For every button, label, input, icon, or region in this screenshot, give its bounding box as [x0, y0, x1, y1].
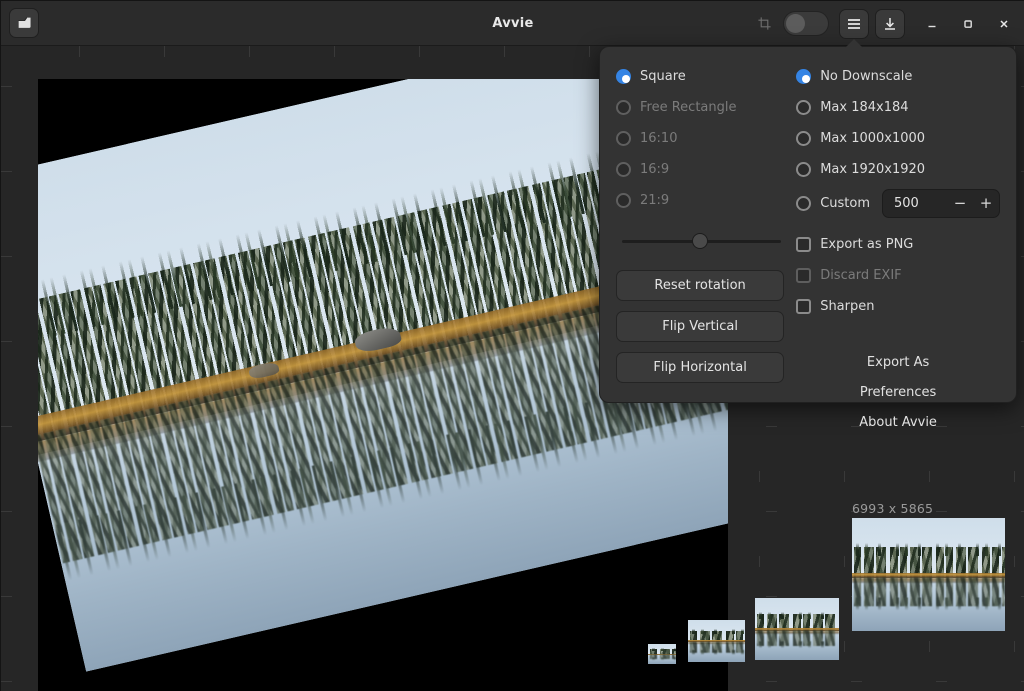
checkbox-label: Export as PNG [820, 237, 914, 252]
checkbox-label: Sharpen [820, 299, 875, 314]
radio-indicator [796, 195, 812, 211]
radio-label: Free Rectangle [640, 100, 737, 115]
radio-label: 16:9 [640, 162, 670, 177]
checkbox-export-as-png[interactable]: Export as PNG [796, 229, 1000, 260]
spinner-increment-button[interactable]: + [973, 190, 999, 217]
radio-label: 21:9 [640, 193, 670, 208]
radio-label: Max 1920x1920 [820, 162, 926, 177]
radio-indicator [616, 162, 631, 177]
checkbox-indicator [796, 299, 812, 314]
maximize-button[interactable] [953, 9, 983, 39]
hamburger-menu-button[interactable] [839, 8, 869, 39]
radio-21-9[interactable]: 21:9 [616, 185, 784, 216]
radio-max-184[interactable]: Max 184x184 [796, 92, 1000, 123]
slider-knob[interactable] [692, 233, 709, 249]
custom-size-value[interactable]: 500 [883, 196, 947, 211]
avvie-window: 6993 x 5865 Avvie Square Free Rectangle … [0, 0, 1024, 691]
thumb-medium[interactable] [755, 598, 839, 660]
radio-indicator [616, 131, 631, 146]
radio-label: Max 184x184 [820, 100, 909, 115]
thumb-xsmall[interactable] [648, 644, 676, 664]
radio-indicator [796, 131, 812, 146]
open-file-button[interactable] [9, 8, 39, 38]
aspect-ratio-column: Square Free Rectangle 16:10 16:9 21:9 Re… [616, 61, 785, 390]
radio-max-1000[interactable]: Max 1000x1000 [796, 123, 1000, 154]
rotation-slider-wrap [616, 216, 784, 260]
about-avvie-button[interactable]: About Avvie [796, 408, 1000, 436]
radio-16-9[interactable]: 16:9 [616, 154, 784, 185]
preferences-button[interactable]: Preferences [796, 378, 1000, 406]
checkbox-label: Discard EXIF [820, 268, 902, 283]
radio-label: 16:10 [640, 131, 678, 146]
radio-indicator [616, 100, 631, 115]
radio-custom[interactable]: Custom 500 − + [796, 185, 1000, 221]
menu-links: Export As Preferences About Avvie [796, 348, 1000, 436]
thumb-small[interactable] [688, 620, 745, 662]
flip-horizontal-button[interactable]: Flip Horizontal [616, 352, 785, 383]
image-dimensions-label: 6993 x 5865 [852, 501, 934, 516]
radio-label: Custom [820, 195, 870, 211]
header-bar: Avvie [1, 1, 1024, 46]
popover-arrow [845, 39, 863, 48]
checkbox-indicator [796, 268, 812, 283]
checkbox-discard-exif[interactable]: Discard EXIF [796, 260, 1000, 291]
thumb-large[interactable] [852, 518, 1005, 631]
main-menu-popover: Square Free Rectangle 16:10 16:9 21:9 Re… [599, 46, 1017, 430]
checkbox-indicator [796, 237, 812, 252]
toggle-knob [786, 14, 805, 33]
radio-label: Max 1000x1000 [820, 131, 926, 146]
radio-16-10[interactable]: 16:10 [616, 123, 784, 154]
save-button[interactable] [875, 8, 905, 39]
radio-indicator [616, 69, 631, 84]
minimize-button[interactable] [917, 9, 947, 39]
downscale-column: No Downscale Max 184x184 Max 1000x1000 M… [784, 61, 1000, 430]
close-button[interactable] [989, 9, 1019, 39]
spinner-decrement-button[interactable]: − [947, 190, 973, 217]
custom-size-spinner[interactable]: 500 − + [882, 188, 1000, 218]
radio-free-rectangle[interactable]: Free Rectangle [616, 92, 784, 123]
crop-icon [753, 9, 775, 39]
radio-indicator [796, 162, 812, 177]
flip-vertical-button[interactable]: Flip Vertical [616, 311, 785, 342]
radio-max-1920[interactable]: Max 1920x1920 [796, 154, 1000, 185]
crop-mode-toggle[interactable] [783, 11, 829, 36]
checkbox-sharpen[interactable]: Sharpen [796, 291, 1000, 322]
radio-label: No Downscale [820, 69, 913, 84]
radio-square[interactable]: Square [616, 61, 784, 92]
radio-label: Square [640, 69, 686, 84]
rotation-slider[interactable] [622, 232, 782, 250]
radio-indicator [616, 193, 631, 208]
export-as-button[interactable]: Export As [796, 348, 1000, 376]
radio-indicator [796, 100, 812, 115]
reset-rotation-button[interactable]: Reset rotation [616, 270, 785, 301]
radio-indicator [796, 69, 812, 84]
radio-no-downscale[interactable]: No Downscale [796, 61, 1000, 92]
